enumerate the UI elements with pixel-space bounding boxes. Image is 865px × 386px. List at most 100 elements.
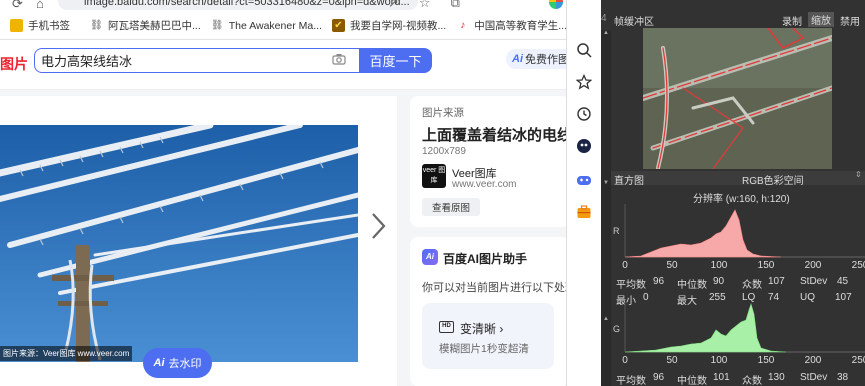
search-icon[interactable] <box>576 42 592 58</box>
ai-badge: Ai <box>153 357 165 369</box>
image-credit: 图片来源：Veer图库 www.veer.com <box>0 346 133 361</box>
share-icon[interactable]: ↗ <box>388 0 399 11</box>
axis-tick: 250 <box>852 355 865 366</box>
search-box[interactable] <box>34 48 359 73</box>
red-histogram: R 0 50 100 150 200 250 <box>613 204 865 271</box>
green-stats: 平均数 96 中位数 101 众数 130 StDev 38 <box>611 372 865 386</box>
tab-disable[interactable]: 禁用 <box>840 13 860 28</box>
stat-median-value: 101 <box>713 372 730 383</box>
history-icon[interactable] <box>576 106 592 122</box>
axis-tick: 100 <box>711 260 728 271</box>
axis-tick: 150 <box>758 260 775 271</box>
bookmark-chsi[interactable]: ♪ 中国高等教育学生... <box>456 18 566 33</box>
main-image[interactable] <box>0 125 358 362</box>
bookmark-mobile[interactable]: 手机书签 <box>10 18 70 33</box>
axis-tick: 200 <box>805 355 822 366</box>
ai-assistant-icon: Ai <box>422 249 438 265</box>
hd-icon: HD <box>439 321 454 333</box>
search-header: 图片 百度一下 Ai 免费作图 <box>0 40 566 90</box>
stat-mode-value: 130 <box>768 372 785 383</box>
panel-index: 4 <box>601 13 607 24</box>
ai-assistant-card: Ai 百度AI图片助手 你可以对当前图片进行以下处理 HD 变清晰 › 模糊图片… <box>410 237 566 386</box>
panel-scrollbar[interactable]: ▲ ▼ ▲ <box>601 30 611 386</box>
stat-stdev-label: StDev <box>800 372 828 383</box>
profile-avatar[interactable] <box>549 0 563 9</box>
music-note-icon: ♪ <box>460 20 466 31</box>
image-title[interactable]: 上面覆盖着结冰的电线 <box>422 124 566 145</box>
bookmark-star-icon[interactable]: ☆ <box>419 0 431 11</box>
axis-tick: 0 <box>622 260 628 271</box>
stat-mean-value: 96 <box>653 372 665 383</box>
tab-record[interactable]: 录制 <box>782 13 802 28</box>
star-icon[interactable] <box>576 74 592 90</box>
ai-badge: Ai <box>512 53 523 65</box>
stat-mean-value: 96 <box>653 276 665 287</box>
stat-mode-label: 众数 <box>742 280 762 291</box>
chevron-updown-icon[interactable]: ⇕ <box>855 170 862 179</box>
url-text[interactable]: image.baidu.com/search/detail?ct=5033164… <box>84 0 410 8</box>
folder-icon <box>10 19 23 32</box>
panel-title: 帧缓冲区 <box>614 17 654 28</box>
next-image-arrow-icon[interactable] <box>368 211 388 241</box>
bookmark-label: 手机书签 <box>28 20 70 32</box>
source-label: 图片来源 <box>422 107 464 119</box>
bookmark-self-study[interactable]: ✔ 我要自学网-视频教... <box>331 18 446 33</box>
veer-logo[interactable]: veer 图库 <box>422 164 446 188</box>
stat-mean-label: 平均数 <box>616 376 646 386</box>
red-histogram-area <box>624 209 782 258</box>
remove-watermark-label: 去水印 <box>168 358 202 370</box>
game-icon[interactable] <box>576 172 592 188</box>
stat-mean-label: 平均数 <box>616 280 646 291</box>
link-icon: ⛓ <box>90 20 103 31</box>
bookmark-label: 中国高等教育学生... <box>474 20 566 32</box>
stat-stdev-value: 38 <box>837 372 849 383</box>
home-icon[interactable]: ⌂ <box>36 0 44 11</box>
scroll-up-icon[interactable]: ▲ <box>603 30 609 36</box>
ai-orb-icon[interactable] <box>576 138 592 154</box>
enhance-clarity-card[interactable]: HD 变清晰 › 模糊图片1秒变超清 <box>422 303 554 369</box>
remove-watermark-button[interactable]: Ai 去水印 <box>143 348 212 378</box>
histogram-label: 直方图 <box>614 176 644 187</box>
search-input[interactable] <box>41 52 321 69</box>
free-drawing-button[interactable]: Ai 免费作图 <box>506 49 566 69</box>
zoom-preview[interactable] <box>643 28 832 169</box>
bookmark-label: 阿瓦塔美赫巴巴中... <box>108 20 201 32</box>
link-icon: ⛓ <box>210 20 224 31</box>
green-histogram-area <box>624 303 787 353</box>
colorspace-select[interactable]: RGB色彩空间 <box>742 172 804 187</box>
address-bar: ⟳ ⌂ image.baidu.com/search/detail?ct=503… <box>0 0 566 12</box>
bookmark-avatar-meher-baba[interactable]: ⛓ 阿瓦塔美赫巴巴中... <box>90 18 201 33</box>
briefcase-icon[interactable] <box>576 204 592 220</box>
free-drawing-label: 免费作图 <box>525 54 566 66</box>
axis-tick: 0 <box>622 355 628 366</box>
channel-label: G <box>613 324 620 334</box>
bookmarks-bar: 手机书签 ⛓ 阿瓦塔美赫巴巴中... ⛓ The Awakener Ma... … <box>0 12 566 40</box>
baidu-image-logo[interactable]: 图片 <box>0 54 28 74</box>
ai-assistant-description: 你可以对当前图片进行以下处理 <box>422 282 566 294</box>
refresh-icon[interactable]: ⟳ <box>12 0 23 12</box>
channel-label: R <box>613 226 620 236</box>
view-original-button[interactable]: 查看原图 <box>422 198 480 216</box>
enhance-subtitle: 模糊图片1秒变超清 <box>439 343 529 355</box>
bookmark-awakener[interactable]: ⛓ The Awakener Ma... <box>211 19 322 32</box>
checkmark-icon: ✔ <box>331 19 345 32</box>
axis-tick: 50 <box>666 355 678 366</box>
ai-assistant-title: 百度AI图片助手 <box>443 252 528 266</box>
panel-header: 4 帧缓冲区 录制 缩放 禁用 <box>601 10 865 28</box>
stat-mode-value: 107 <box>768 276 785 287</box>
axis-tick: 200 <box>805 260 822 271</box>
framebuffer-panel: 4 帧缓冲区 录制 缩放 禁用 ▲ ▼ ▲ 直方图 RGB色彩空间 ⇕ 分辨率 … <box>601 0 865 386</box>
source-card: 图片来源 上面覆盖着结冰的电线 1200x789 veer 图库 Veer图库 … <box>410 96 566 227</box>
search-button[interactable]: 百度一下 <box>359 48 432 73</box>
stat-median-label: 中位数 <box>677 376 707 386</box>
camera-icon[interactable] <box>332 53 346 65</box>
axis-tick: 250 <box>852 260 865 271</box>
scroll-up-icon[interactable]: ▲ <box>603 316 609 322</box>
tab-zoom[interactable]: 缩放 <box>808 12 834 27</box>
collections-icon[interactable]: ⧉ <box>451 0 460 11</box>
bookmark-label: The Awakener Ma... <box>228 19 322 32</box>
stat-stdev-label: StDev <box>800 276 828 287</box>
scroll-down-icon[interactable]: ▼ <box>603 180 609 186</box>
provider-url[interactable]: www.veer.com <box>452 179 516 190</box>
axis-tick: 150 <box>758 355 775 366</box>
